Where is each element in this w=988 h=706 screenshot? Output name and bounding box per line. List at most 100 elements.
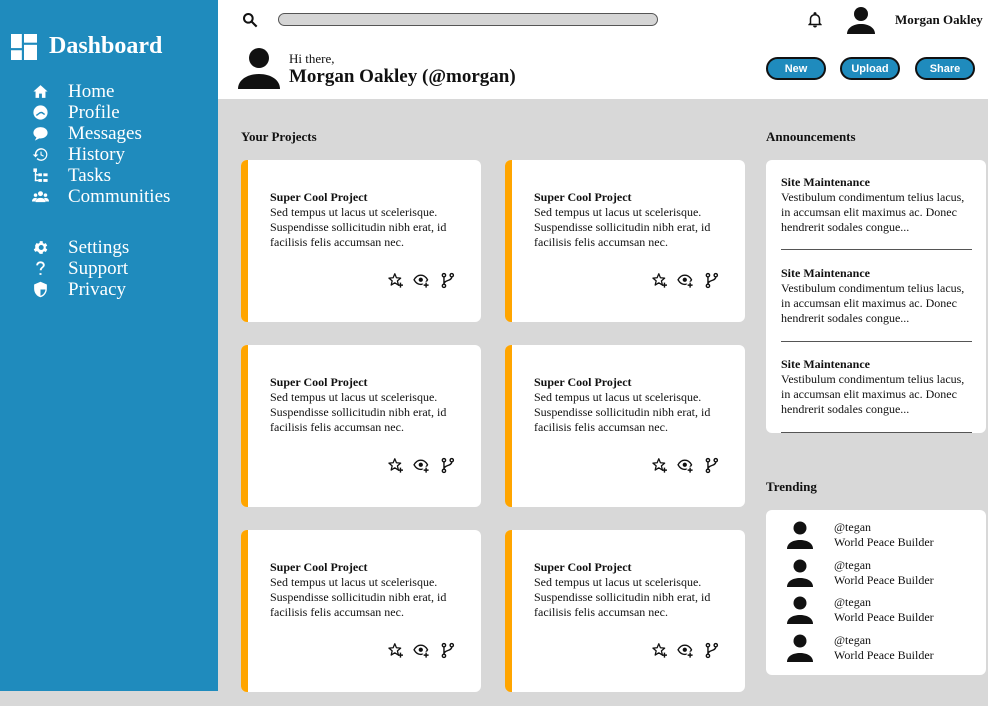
avatar-icon (787, 596, 813, 624)
announcement-title: Site Maintenance (781, 266, 870, 280)
secondary-nav: Settings Support Privacy (30, 237, 129, 300)
project-title: Super Cool Project (534, 375, 632, 389)
project-card[interactable]: Super Cool Project Sed tempus ut lacus ut… (241, 160, 481, 322)
profile-avatar-icon (238, 48, 280, 89)
trending-role: World Peace Builder (834, 610, 934, 624)
greeting: Hi there, (289, 51, 335, 66)
star-add-icon[interactable] (387, 272, 404, 289)
sidebar-item-label: Profile (68, 101, 120, 123)
sidebar-item-profile[interactable]: Profile (30, 102, 170, 123)
trending-panel: @tegan World Peace Builder @tegan World Pe… (766, 510, 986, 675)
sidebar-item-messages[interactable]: Messages (30, 123, 170, 144)
sidebar-item-label: Messages (68, 122, 142, 144)
privacy-icon (30, 281, 50, 299)
trending-role: World Peace Builder (834, 573, 934, 587)
sidebar-item-home[interactable]: Home (30, 81, 170, 102)
project-title: Super Cool Project (270, 375, 368, 389)
upload-button[interactable]: Upload (840, 57, 900, 80)
card-accent-stripe (241, 530, 248, 692)
watch-add-icon[interactable] (677, 272, 694, 289)
trending-item[interactable]: @tegan World Peace Builder (786, 520, 934, 550)
primary-nav: Home Profile Messages History Tasks Comm… (30, 81, 170, 207)
trending-item[interactable]: @tegan World Peace Builder (786, 633, 934, 663)
star-add-icon[interactable] (651, 642, 668, 659)
avatar-icon[interactable] (846, 6, 876, 34)
sidebar-item-privacy[interactable]: Privacy (30, 279, 129, 300)
announcement-title: Site Maintenance (781, 175, 870, 189)
share-button[interactable]: Share (915, 57, 975, 80)
fork-icon[interactable] (439, 272, 456, 289)
home-icon (30, 83, 50, 101)
watch-add-icon[interactable] (677, 457, 694, 474)
card-actions (387, 457, 456, 474)
project-card[interactable]: Super Cool Project Sed tempus ut lacus ut… (241, 530, 481, 692)
watch-add-icon[interactable] (413, 642, 430, 659)
support-icon (30, 260, 50, 278)
watch-add-icon[interactable] (413, 272, 430, 289)
brand[interactable]: Dashboard (11, 33, 162, 60)
header: Morgan Oakley Hi there, Morgan Oakley (@… (218, 0, 988, 99)
communities-icon (30, 188, 50, 206)
bell-icon[interactable] (806, 10, 824, 30)
trending-role: World Peace Builder (834, 535, 934, 549)
sidebar: Dashboard Home Profile Messages History … (0, 0, 218, 691)
settings-icon (30, 239, 50, 257)
trending-handle: @tegan (834, 520, 872, 534)
fork-icon[interactable] (703, 642, 720, 659)
watch-add-icon[interactable] (677, 642, 694, 659)
star-add-icon[interactable] (387, 642, 404, 659)
avatar-icon (787, 559, 813, 587)
sidebar-item-tasks[interactable]: Tasks (30, 165, 170, 186)
project-title: Super Cool Project (534, 190, 632, 204)
announcement-item[interactable]: Site Maintenance Vestibulum condimentum … (781, 266, 972, 326)
card-actions (651, 457, 720, 474)
sidebar-item-label: History (68, 143, 125, 165)
announcement-item[interactable]: Site Maintenance Vestibulum condimentum … (781, 357, 972, 417)
card-accent-stripe (241, 345, 248, 507)
announcement-title: Site Maintenance (781, 357, 870, 371)
watch-add-icon[interactable] (413, 457, 430, 474)
project-card[interactable]: Super Cool Project Sed tempus ut lacus ut… (505, 160, 745, 322)
project-title: Super Cool Project (270, 190, 368, 204)
star-add-icon[interactable] (387, 457, 404, 474)
trending-title: Trending (766, 479, 817, 494)
star-add-icon[interactable] (651, 272, 668, 289)
sidebar-item-communities[interactable]: Communities (30, 186, 170, 207)
card-accent-stripe (505, 160, 512, 322)
page-title: Morgan Oakley (@morgan) (289, 66, 516, 87)
fork-icon[interactable] (703, 272, 720, 289)
project-card[interactable]: Super Cool Project Sed tempus ut lacus ut… (505, 530, 745, 692)
announcement-item[interactable]: Site Maintenance Vestibulum condimentum … (781, 175, 972, 235)
sidebar-item-settings[interactable]: Settings (30, 237, 129, 258)
profile-icon (30, 104, 50, 122)
trending-role: World Peace Builder (834, 648, 934, 662)
fork-icon[interactable] (703, 457, 720, 474)
tasks-icon (30, 167, 50, 185)
project-card[interactable]: Super Cool Project Sed tempus ut lacus ut… (505, 345, 745, 507)
project-description: Sed tempus ut lacus ut scelerisque. Susp… (534, 575, 711, 619)
sidebar-item-history[interactable]: History (30, 144, 170, 165)
announcement-text: Vestibulum condimentum telius lacus, in … (781, 190, 965, 234)
search-input[interactable] (278, 13, 658, 26)
fork-icon[interactable] (439, 457, 456, 474)
star-add-icon[interactable] (651, 457, 668, 474)
sidebar-item-support[interactable]: Support (30, 258, 129, 279)
avatar-icon (787, 634, 813, 662)
header-user-name[interactable]: Morgan Oakley (895, 12, 983, 28)
search-icon[interactable] (242, 12, 258, 28)
trending-item[interactable]: @tegan World Peace Builder (786, 595, 934, 625)
sidebar-item-label: Communities (68, 185, 171, 207)
sidebar-item-label: Home (68, 80, 115, 102)
card-actions (651, 642, 720, 659)
divider (781, 341, 972, 342)
project-card[interactable]: Super Cool Project Sed tempus ut lacus ut… (241, 345, 481, 507)
card-accent-stripe (241, 160, 248, 322)
sidebar-item-label: Settings (68, 236, 130, 258)
messages-icon (30, 125, 50, 143)
project-description: Sed tempus ut lacus ut scelerisque. Susp… (270, 575, 447, 619)
trending-item[interactable]: @tegan World Peace Builder (786, 558, 934, 588)
project-description: Sed tempus ut lacus ut scelerisque. Susp… (270, 390, 447, 434)
divider (781, 249, 972, 250)
fork-icon[interactable] (439, 642, 456, 659)
new-button[interactable]: New (766, 57, 826, 80)
